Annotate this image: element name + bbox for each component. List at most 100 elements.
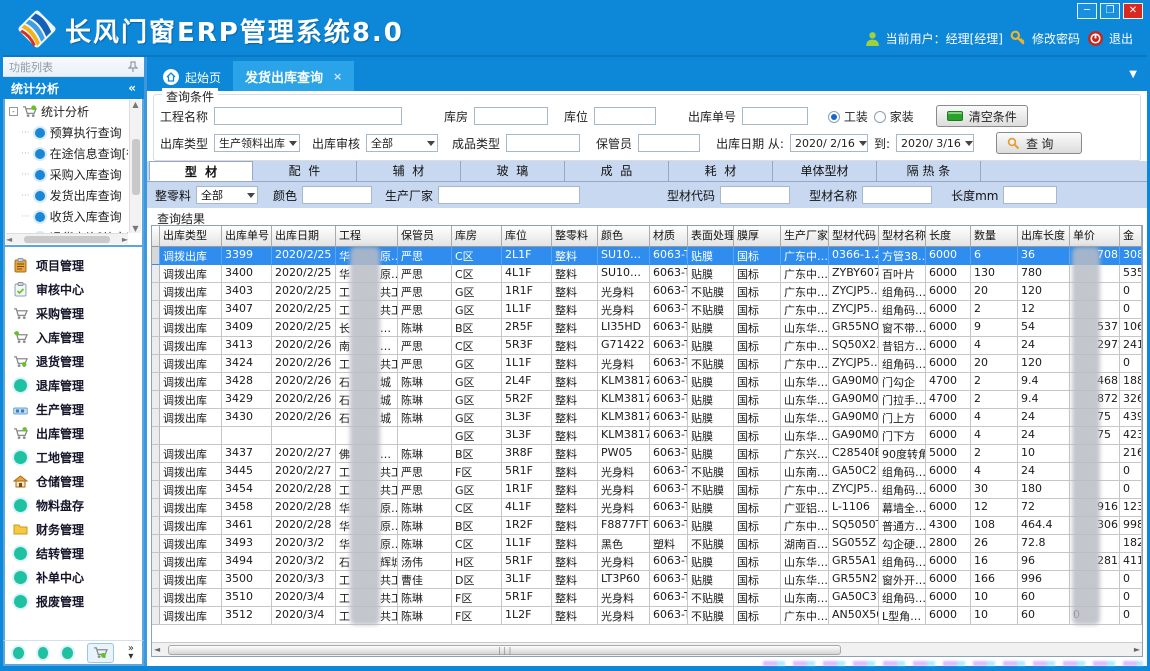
sidebar-module[interactable]: 结转管理 [5,541,142,565]
footer-cart-button[interactable] [87,643,114,663]
warehouse-input[interactable] [474,107,548,125]
clear-button[interactable]: 清空条件 [936,105,1028,127]
table-row[interactable]: G区3L3F整料KLM38176063-T5贴膜国标山东华…GA90M09.门下… [152,427,1142,445]
table-row[interactable]: 调拨出库35102020/3/4工共工程陈琳F区5R1F整料光身料6063-T5… [152,589,1142,607]
date-to-select[interactable]: 2020/ 3/16 [896,134,974,152]
footer-dot-icon[interactable] [38,647,49,659]
tab-shipment-query[interactable]: 发货出库查询 × [233,61,354,91]
column-header[interactable]: 出库类型 [160,226,222,247]
change-password[interactable]: 修改密码 [1010,30,1080,47]
table-row[interactable]: 调拨出库34452020/2/27工共工程严思F区5R1F整料光身料6063-T… [152,463,1142,481]
sidebar-module[interactable]: 审核中心 [5,277,142,301]
sidebar-module[interactable]: 仓储管理 [5,469,142,493]
material-tab[interactable]: 型 材 [149,161,253,181]
tree-item[interactable]: ···预算执行查询 [7,122,128,143]
keeper-input[interactable] [638,134,700,152]
stats-section-header[interactable]: 统计分析 « [3,77,144,99]
grid-hscrollbar[interactable]: ◄| | |► [152,642,1142,656]
column-header[interactable]: 库位 [502,226,552,247]
column-header[interactable]: 工程 [336,226,398,247]
material-tab[interactable]: 玻 璃 [461,161,565,181]
tree-item[interactable]: ···采购入库查询 [7,164,128,185]
tree-item[interactable]: ···在途信息查询[待 [7,143,128,164]
column-header[interactable]: 出库长度 [1018,226,1070,247]
table-row[interactable]: 调拨出库35122020/3/4工共工程陈琳F区1L2F整料光身料6063-T5… [152,607,1142,625]
audit-select[interactable]: 全部 [366,134,438,152]
logout[interactable]: 退出 [1087,30,1133,47]
tree-item[interactable]: ···收货入库查询 [7,206,128,227]
column-header[interactable]: 型材名称 [879,226,926,247]
length-input[interactable] [1003,186,1057,204]
search-button[interactable]: 查 询 [996,132,1082,154]
footer-dot-icon[interactable] [13,647,24,659]
maximize-button[interactable]: ❐ [1100,3,1120,19]
sidebar-module[interactable]: 采购管理 [5,301,142,325]
column-header[interactable]: 数量 [971,226,1018,247]
color-input[interactable] [302,186,372,204]
table-row[interactable]: 调拨出库34282020/2/26石城陈琳G区2L4F整料KLM38176063… [152,373,1142,391]
table-row[interactable]: 调拨出库34132020/2/26南…严思C区5R3F整料G714226063-… [152,337,1142,355]
product-type-input[interactable] [506,134,580,152]
material-tab[interactable]: 单体型材 [773,161,877,181]
sidebar-module[interactable]: 财务管理 [5,517,142,541]
name-input[interactable] [862,186,932,204]
tab-overflow-icon[interactable]: ▼ [1129,69,1137,80]
column-header[interactable]: 出库日期 [272,226,336,247]
table-row[interactable]: 调拨出库34942020/3/2石辉城汤伟H区5R1F整料光身料6063-T5贴… [152,553,1142,571]
zhengling-select[interactable]: 全部 [196,186,258,204]
location-input[interactable] [594,107,656,125]
table-row[interactable]: 调拨出库34242020/2/26工共工程严思G区1L1F整料光身料6063-T… [152,355,1142,373]
tab-close-icon[interactable]: × [333,70,342,83]
table-row[interactable]: 调拨出库34582020/2/28华原…陈琳C区4L1F整料光身料6063-T5… [152,499,1142,517]
sidebar-module[interactable]: 项目管理 [5,253,142,277]
tab-home[interactable]: 起始页 [151,63,233,91]
column-header[interactable]: 保管员 [398,226,452,247]
footer-expand-chevron[interactable]: »▾ [128,645,134,661]
sidebar-module[interactable]: 报废管理 [5,589,142,613]
tree-vscrollbar[interactable]: ▲▼ [129,100,141,233]
column-header[interactable]: 金 [1120,226,1142,247]
column-header[interactable]: 单价 [1070,226,1120,247]
sidebar-module[interactable]: 入库管理 [5,325,142,349]
close-button[interactable]: ✕ [1123,3,1143,19]
table-row[interactable]: 调拨出库34302020/2/26石城陈琳G区3L3F整料KLM38176063… [152,409,1142,427]
column-header[interactable]: 库房 [452,226,502,247]
sidebar-module[interactable]: 退货管理 [5,349,142,373]
column-header[interactable]: 长度 [926,226,971,247]
sidebar-module[interactable]: 工地管理 [5,445,142,469]
tree-item[interactable]: ···发货出库查询 [7,185,128,206]
column-header[interactable]: 表面处理 [688,226,734,247]
table-row[interactable]: 调拨出库34542020/2/28工共工程严思G区1R1F整料光身料6063-T… [152,481,1142,499]
table-row[interactable]: 调拨出库33992020/2/25华原…严思C区2L1F整料SU10…6063-… [152,247,1142,265]
column-header[interactable]: 生产厂家 [781,226,829,247]
column-header[interactable]: 型材代码 [829,226,879,247]
pin-icon[interactable] [128,61,138,73]
tree-root[interactable]: - 统计分析 [7,101,128,122]
table-row[interactable]: 调拨出库34612020/2/28华原…陈琳B区1R2F整料F8877FT606… [152,517,1142,535]
radio-jiazhuang[interactable]: 家装 [874,108,914,125]
table-row[interactable]: 调拨出库34002020/2/25华原…严思C区4L1F整料SU10…6063-… [152,265,1142,283]
material-tab[interactable]: 隔 热 条 [877,161,981,181]
out-type-select[interactable]: 生产领料出库 [214,134,300,152]
date-from-select[interactable]: 2020/ 2/16 [790,134,868,152]
sidebar-module[interactable]: 补单中心 [5,565,142,589]
column-header[interactable]: 出库单号 [222,226,272,247]
column-header[interactable]: 整零料 [552,226,598,247]
material-tab[interactable]: 配 件 [253,161,357,181]
collapse-icon[interactable]: « [128,81,136,95]
material-tab[interactable]: 成 品 [565,161,669,181]
grid-vscrollbar[interactable]: ▲▼ [1142,226,1143,656]
sidebar-module[interactable]: 生产管理 [5,397,142,421]
material-tab[interactable]: 辅 材 [357,161,461,181]
radio-gongzhuang[interactable]: 工装 [828,108,868,125]
column-header[interactable]: 颜色 [598,226,650,247]
sidebar-module[interactable]: 物料盘存 [5,493,142,517]
order-no-input[interactable] [742,107,808,125]
sidebar-module[interactable]: 退库管理 [5,373,142,397]
minimize-button[interactable]: ─ [1077,3,1097,19]
factory-input[interactable] [438,186,580,204]
table-row[interactable]: 调拨出库34292020/2/26石城陈琳G区5R2F整料KLM38176063… [152,391,1142,409]
table-row[interactable]: 调拨出库34032020/2/25工共工程严思G区1R1F整料光身料6063-T… [152,283,1142,301]
sidebar-module[interactable]: 出库管理 [5,421,142,445]
table-row[interactable]: 调拨出库35002020/3/3工共工程曹佳D区3L1F整料LT3P606063… [152,571,1142,589]
